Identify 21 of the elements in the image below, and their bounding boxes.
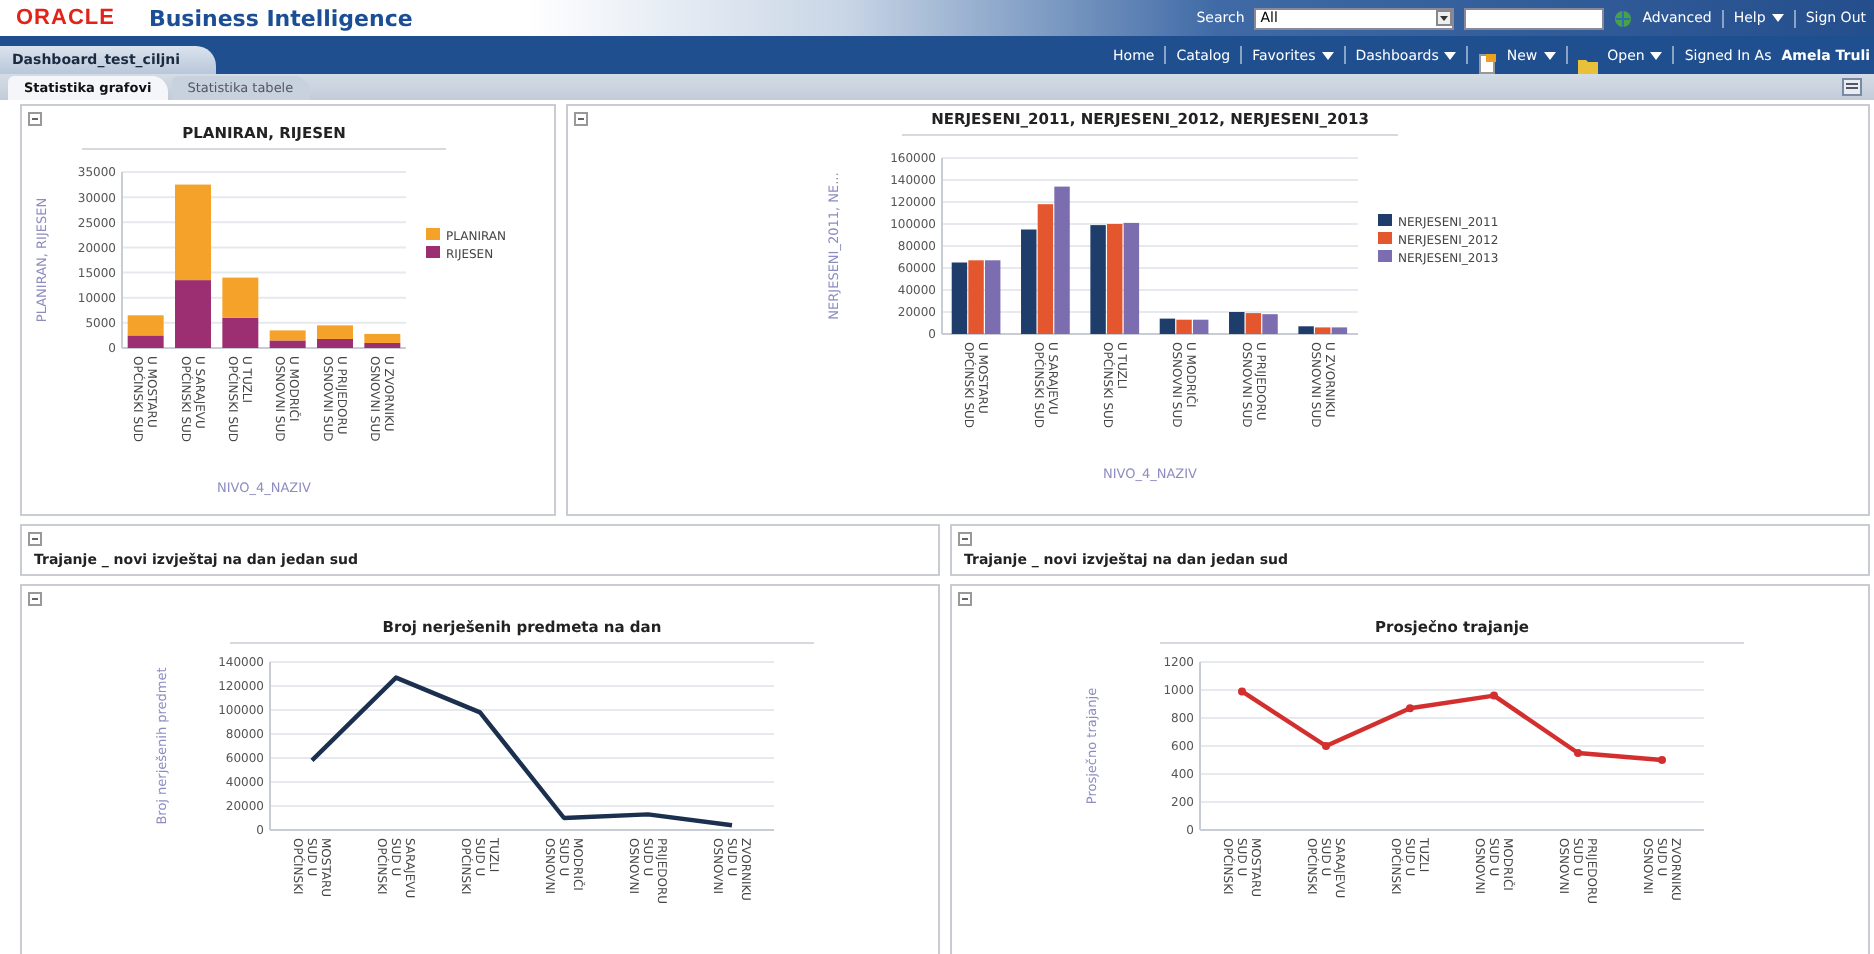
globe-icon bbox=[1614, 9, 1633, 27]
document-icon bbox=[1478, 54, 1497, 74]
collapse-icon[interactable] bbox=[958, 592, 972, 606]
bar bbox=[175, 280, 211, 348]
product-title: Business Intelligence bbox=[148, 5, 413, 31]
page-options-icon[interactable] bbox=[1842, 78, 1862, 96]
collapse-icon[interactable] bbox=[958, 532, 972, 546]
bar bbox=[175, 184, 211, 281]
bar bbox=[1123, 222, 1140, 334]
collapse-icon[interactable] bbox=[574, 112, 588, 126]
dropdown-icon bbox=[1436, 10, 1453, 26]
bar bbox=[222, 277, 259, 318]
collapse-icon[interactable] bbox=[28, 112, 42, 126]
collapse-icon[interactable] bbox=[28, 592, 42, 606]
bar bbox=[1245, 313, 1262, 334]
bar bbox=[951, 262, 968, 334]
bar bbox=[1037, 204, 1054, 334]
oracle-logo: ORACLE bbox=[16, 6, 115, 30]
collapse-icon[interactable] bbox=[28, 532, 42, 546]
bar bbox=[222, 317, 259, 348]
search-field[interactable] bbox=[1464, 7, 1605, 29]
